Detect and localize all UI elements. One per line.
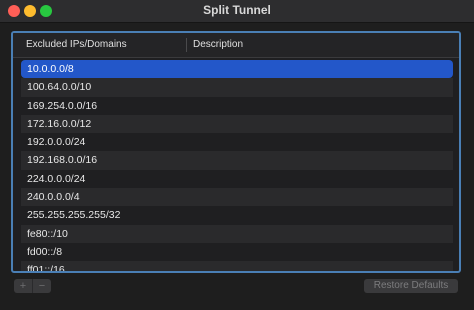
column-divider[interactable]	[186, 38, 187, 52]
table-row[interactable]: 169.254.0.0/16	[21, 96, 453, 115]
bottom-bar: + − Restore Defaults	[0, 276, 474, 310]
window-title: Split Tunnel	[203, 3, 271, 17]
table-body: 10.0.0.0/8 100.64.0.0/10 169.254.0.0/16 172…	[21, 60, 453, 271]
table-row[interactable]: 224.0.0.0/24	[21, 169, 453, 189]
table-row[interactable]: 192.0.0.0/24	[21, 133, 453, 152]
table-row[interactable]: fe80::/10	[21, 224, 453, 243]
remove-button[interactable]: −	[33, 279, 51, 293]
add-remove-control: + −	[14, 279, 51, 293]
table-row[interactable]: 240.0.0.0/4	[21, 188, 453, 207]
title-bar: Split Tunnel	[0, 0, 474, 23]
column-header-excluded[interactable]: Excluded IPs/Domains	[26, 39, 127, 50]
table-row[interactable]: 172.16.0.0/12	[21, 114, 453, 134]
table-row[interactable]: 10.0.0.0/8	[21, 60, 453, 79]
table-row[interactable]: fd00::/8	[21, 242, 453, 262]
table-row[interactable]: 100.64.0.0/10	[21, 78, 453, 97]
table-row[interactable]: 255.255.255.255/32	[21, 206, 453, 225]
restore-defaults-button[interactable]: Restore Defaults	[364, 279, 458, 293]
table-row[interactable]: 192.168.0.0/16	[21, 151, 453, 170]
add-button[interactable]: +	[14, 279, 32, 293]
table-row[interactable]: ff01::/16	[21, 261, 453, 271]
column-header-description[interactable]: Description	[193, 39, 243, 50]
table-header: Excluded IPs/Domains Description	[13, 33, 459, 58]
excluded-ips-table[interactable]: Excluded IPs/Domains Description 10.0.0.…	[11, 31, 461, 273]
